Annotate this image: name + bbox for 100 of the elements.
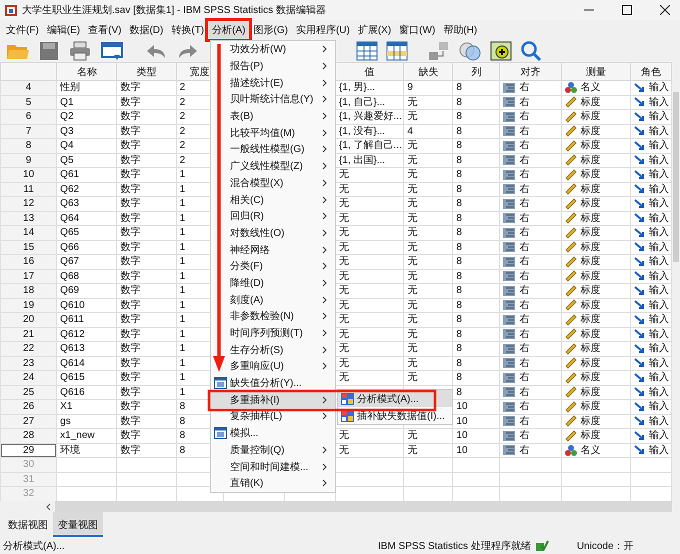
menu-item[interactable]: 多重响应(U) [211, 358, 335, 375]
menu-item[interactable]: 文件(F) [2, 20, 43, 38]
menu-item[interactable]: 刻度(A) [211, 291, 335, 308]
row-number[interactable]: 29 [2, 444, 56, 457]
menu-item[interactable]: 模拟... [211, 424, 335, 442]
menu-item[interactable]: 图形(G) [249, 20, 292, 38]
row-number[interactable]: 20 [2, 313, 56, 326]
view-tab[interactable]: 数据视图 [3, 512, 53, 537]
horizontal-scrollbar[interactable] [55, 501, 672, 512]
row-number[interactable]: 8 [2, 139, 56, 152]
row-number[interactable]: 23 [2, 356, 56, 370]
table-cell: 右 [519, 124, 530, 138]
row-number[interactable]: 17 [2, 270, 56, 283]
menu-item[interactable]: 混合模型(X) [211, 174, 335, 192]
menu-item[interactable]: 回归(R) [211, 208, 335, 225]
table-cell: 数字 [120, 401, 140, 412]
input-arrow-icon [634, 170, 646, 180]
row-number[interactable]: 14 [2, 226, 56, 240]
menu-item[interactable]: 直销(K) [211, 474, 335, 492]
search-icon[interactable] [520, 40, 542, 62]
print-icon[interactable] [68, 40, 92, 60]
row-number[interactable]: 9 [2, 154, 56, 167]
table-cell: Q67 [60, 256, 80, 268]
row-number[interactable]: 27 [2, 414, 56, 428]
circles-icon[interactable] [458, 40, 482, 60]
menu-item[interactable]: 生存分析(S) [211, 341, 335, 358]
menu-item[interactable]: 广义线性模型(Z) [211, 158, 335, 174]
table-cell: 输入 [649, 81, 670, 94]
menu-item[interactable]: 扩展(X) [354, 20, 396, 38]
close-icon[interactable] [660, 5, 670, 15]
table-cell: 无 [407, 184, 418, 195]
scroll-left-icon[interactable] [46, 502, 51, 510]
table-cell: {1, 没有}... [338, 126, 386, 137]
menu-item[interactable]: 神经网络 [211, 241, 335, 258]
table-cell: 2 [180, 154, 186, 166]
table-cell: 右 [519, 429, 530, 442]
row-number[interactable]: 7 [2, 124, 56, 138]
table-cell: 右 [519, 182, 530, 196]
row-number[interactable]: 25 [2, 386, 56, 399]
view-tab[interactable]: 变量视图 [53, 512, 103, 537]
menu-item[interactable]: 分类(F) [211, 258, 335, 275]
row-number[interactable]: 4 [2, 81, 56, 94]
row-number[interactable]: 28 [2, 429, 56, 442]
grid-icon[interactable] [356, 40, 378, 60]
row-number[interactable]: 10 [2, 168, 56, 182]
row-number[interactable]: 19 [2, 298, 56, 312]
align-right-icon [503, 430, 516, 441]
menu-item[interactable]: 缺失值分析(Y)... [211, 374, 335, 392]
menu-item[interactable]: 帮助(H) [439, 20, 482, 38]
dialog-icon[interactable] [100, 40, 124, 60]
menu-item[interactable]: 空间和时间建模... [211, 458, 335, 475]
menu-item[interactable]: 降维(D) [211, 274, 335, 292]
row-number[interactable]: 18 [2, 284, 56, 298]
menu-item[interactable]: 复杂抽样(L) [211, 408, 335, 425]
menu-item[interactable]: 比较平均值(M) [211, 124, 335, 142]
maximize-icon[interactable] [622, 5, 632, 15]
menu-item[interactable]: 功效分析(W) [211, 41, 335, 58]
table-cell: 无 [407, 96, 418, 108]
table-cell: Q68 [60, 270, 80, 282]
column-header[interactable]: 值 [364, 66, 375, 78]
menu-item[interactable]: 对数线性(O) [211, 224, 335, 242]
row-number[interactable]: 21 [2, 328, 56, 341]
table-cell: 右 [519, 154, 530, 167]
column-header[interactable]: 列 [471, 66, 482, 78]
table-cell: 输入 [649, 328, 670, 341]
row-number[interactable]: 15 [2, 240, 56, 254]
save-icon[interactable] [38, 40, 60, 60]
row-number[interactable]: 16 [2, 255, 56, 268]
table-cell: 输入 [649, 342, 670, 356]
menu-item[interactable]: 插补缺失数据值(I)... [338, 407, 452, 424]
menu-item[interactable]: 表(B) [211, 108, 335, 124]
value-labels-icon[interactable] [490, 40, 512, 60]
row-number[interactable]: 13 [2, 212, 56, 225]
menu-item[interactable]: 贝叶斯统计信息(Y) [211, 91, 335, 108]
menu-item[interactable]: 分析(A) [208, 20, 250, 38]
align-right-icon [503, 112, 516, 122]
grid-icon[interactable] [386, 40, 408, 60]
row-number[interactable]: 11 [2, 182, 56, 196]
table-cell: Q615 [60, 372, 85, 384]
table-cell: 无 [338, 256, 349, 268]
row-number[interactable]: 22 [2, 342, 56, 356]
row-number[interactable]: 26 [2, 400, 56, 414]
menu-item[interactable]: 一般线性模型(G) [211, 141, 335, 158]
row-number[interactable]: 5 [2, 96, 56, 109]
menu-item[interactable]: 编辑(E) [42, 20, 84, 38]
menu-item[interactable]: 报告(P) [211, 58, 335, 74]
menu-item[interactable]: 数据(D) [125, 20, 168, 38]
menu-item[interactable]: 转换(T) [167, 20, 208, 38]
menu-item[interactable]: 时间序列预测(T) [211, 324, 335, 342]
row-number[interactable]: 24 [2, 371, 56, 384]
row-number[interactable]: 6 [2, 110, 56, 124]
menu-item[interactable]: 质量控制(Q) [211, 442, 335, 458]
menu-item[interactable]: 相关(C) [211, 191, 335, 208]
menu-item[interactable]: 窗口(W) [395, 20, 440, 38]
column-header[interactable]: 测量 [586, 66, 606, 78]
menu-item[interactable]: 非参数检验(N) [211, 308, 335, 325]
menu-item[interactable]: 实用程序(U) [292, 20, 354, 38]
row-number[interactable]: 12 [2, 197, 56, 210]
menu-item[interactable]: 描述统计(E) [211, 74, 335, 92]
menu-item[interactable]: 查看(V) [84, 20, 126, 38]
